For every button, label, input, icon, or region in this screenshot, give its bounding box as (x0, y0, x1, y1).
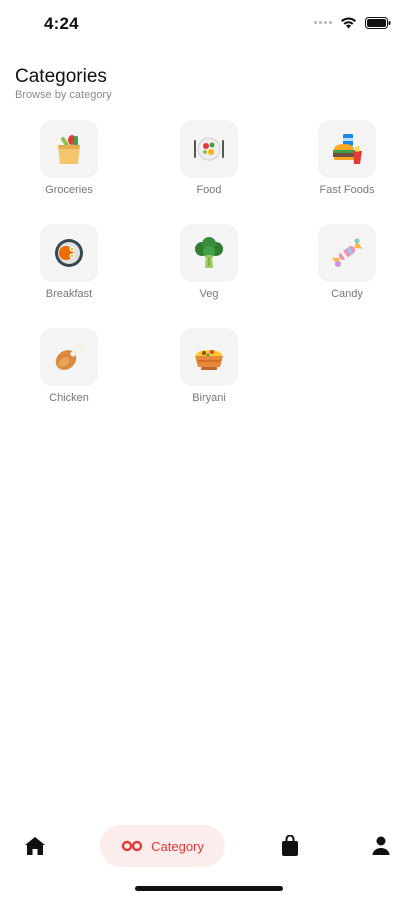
home-icon (25, 837, 45, 855)
category-tile (40, 224, 98, 282)
candy-icon (331, 238, 363, 267)
wifi-icon (341, 17, 356, 29)
status-bar: 4:24 (0, 0, 417, 50)
category-item-veg[interactable]: Veg (149, 224, 269, 300)
category-item-fast-foods[interactable]: Fast Foods (287, 120, 407, 196)
category-tile (318, 224, 376, 282)
category-item-biryani[interactable]: Biryani (149, 328, 269, 404)
category-tile (180, 224, 238, 282)
category-label: Biryani (192, 392, 226, 404)
category-label: Chicken (49, 392, 89, 404)
category-label: Breakfast (45, 288, 93, 300)
bottom-nav: Category (0, 820, 417, 870)
category-label: Fast Foods (319, 184, 375, 196)
status-icons (314, 16, 391, 29)
category-item-breakfast[interactable]: Breakfast (9, 224, 129, 300)
broccoli-icon (195, 237, 223, 268)
category-label: Veg (199, 288, 219, 300)
status-time: 4:24 (44, 14, 79, 33)
category-tile (318, 120, 376, 178)
category-icon (121, 840, 143, 852)
page-header: Categories Browse by category (15, 66, 112, 101)
biryani-bowl-icon (195, 350, 223, 370)
grocery-bag-icon (58, 135, 80, 164)
category-tile (180, 120, 238, 178)
category-item-chicken[interactable]: Chicken (9, 328, 129, 404)
category-item-groceries[interactable]: Groceries (9, 120, 129, 196)
food-plate-icon (194, 137, 224, 161)
breakfast-icon (55, 239, 83, 267)
category-tile (180, 328, 238, 386)
fast-food-icon (333, 134, 362, 164)
battery-icon (365, 16, 391, 29)
category-label: Groceries (45, 184, 93, 196)
category-tile (40, 328, 98, 386)
page-title: Categories (15, 66, 107, 87)
nav-bag[interactable] (278, 833, 302, 859)
home-indicator (135, 886, 283, 891)
category-tile (40, 120, 98, 178)
category-label: Candy (331, 288, 363, 300)
bag-icon (282, 835, 298, 856)
category-label: Food (196, 184, 222, 196)
page-subtitle: Browse by category (15, 89, 112, 101)
nav-category[interactable]: Category (100, 825, 225, 867)
signal-icon (314, 21, 332, 24)
chicken-leg-icon (55, 343, 84, 370)
profile-icon (372, 836, 390, 855)
category-item-candy[interactable]: Candy (287, 224, 407, 300)
nav-profile[interactable] (369, 833, 393, 859)
category-item-food[interactable]: Food (149, 120, 269, 196)
nav-category-label: Category (151, 838, 204, 854)
nav-home[interactable] (22, 834, 48, 858)
